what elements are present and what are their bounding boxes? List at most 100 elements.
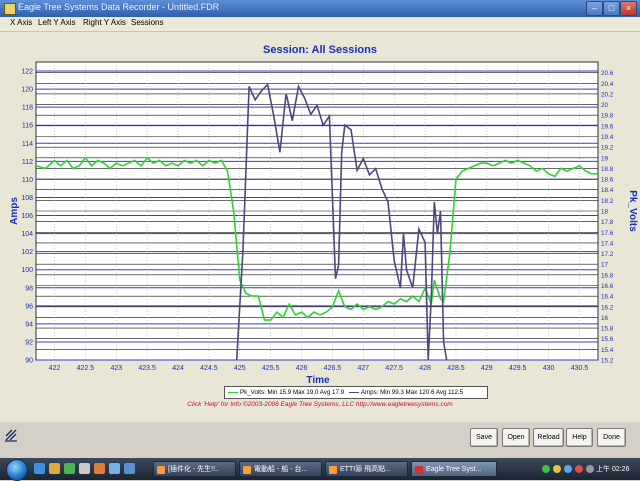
tray-security-icon[interactable] [553,465,561,473]
y-left-axis-label: Amps [9,197,20,225]
y-right-tick-label: 18.6 [601,177,614,184]
y-right-tick-label: 15.4 [601,347,614,354]
y-left-tick-label: 98 [25,285,33,292]
save-button[interactable]: Save [470,428,498,447]
legend-pk-volts: Pk_Volts: Min 15.9 Max 19.0 Avg 17.9 [240,389,345,396]
y-left-tick-label: 104 [21,231,33,238]
chart-svg: 422 422.5 423 423.5 424 424.5 425 425.5 426 426.5… [9,61,638,386]
y-right-tick-label: 19.8 [601,113,614,120]
y-right-tick-label: 17.8 [601,219,614,226]
quicklaunch-desktop-icon[interactable] [79,463,90,474]
x-tick-label: 430 [543,365,555,372]
y-left-tick-label: 94 [25,321,33,328]
quicklaunch-app-icon[interactable] [94,463,105,474]
y-right-tick-label: 19.2 [601,145,614,152]
footer-note: Click 'Help' for Info ©2003-2006 Eagle T… [187,401,453,408]
y-right-tick-label: 17 [601,262,609,269]
x-tick-label: 424 [172,365,184,372]
eagle-tree-icon [415,466,423,474]
x-tick-label: 426.5 [324,365,342,372]
x-tick-label: 427 [357,365,369,372]
y-right-tick-label: 15.8 [601,326,614,333]
x-tick-label: 429 [481,365,493,372]
x-tick-label: 425 [234,365,246,372]
start-button[interactable] [6,459,28,481]
x-tick-label: 422.5 [77,365,95,372]
x-tick-label: 425.5 [262,365,280,372]
y-right-tick-label: 17.4 [601,240,614,247]
y-left-tick-label: 96 [25,303,33,310]
y-left-tick-label: 100 [21,267,33,274]
y-right-tick-label: 16.8 [601,272,614,279]
y-left-tick-label: 122 [21,69,33,76]
y-right-tick-label: 20.2 [601,91,614,98]
y-left-tick-label: 116 [22,123,33,130]
browser-icon [157,466,165,474]
y-right-tick-label: 18.4 [601,187,614,194]
y-right-tick-label: 17.2 [601,251,614,258]
quicklaunch-app3-icon[interactable] [124,463,135,474]
y-right-tick-label: 16.4 [601,294,614,301]
y-right-tick-label: 20 [601,102,609,109]
x-tick-label: 423.5 [138,365,156,372]
done-button[interactable]: Done [597,428,626,447]
y-right-tick-label: 16.6 [601,283,614,290]
y-left-tick-label: 114 [22,141,33,148]
y-right-tick-label: 19.4 [601,134,614,141]
taskbar-item-1[interactable]: [插件化 - 先生!!.. [153,461,236,477]
legend-swatch-amps [348,391,359,393]
y-right-tick-label: 18.8 [601,166,614,173]
taskbar-item-3-label: ETTI源 飛高點... [340,466,391,473]
tray-misc-icon[interactable] [586,465,594,473]
y-right-tick-label: 18 [601,209,609,216]
y-right-tick-label: 15.6 [601,336,614,343]
reload-button[interactable]: Reload [533,428,564,447]
quicklaunch-folder-icon[interactable] [49,463,60,474]
legend-swatch-pk-volts [228,391,238,393]
y-right-tick-label: 16 [601,315,609,322]
x-tick-label: 428.5 [447,365,465,372]
y-right-tick-label: 20.4 [601,81,614,88]
browser-icon [243,466,251,474]
quicklaunch-ie-icon[interactable] [34,463,45,474]
taskbar-item-2[interactable]: 電動船 - 船 - 台... [239,461,322,477]
y-left-tick-label: 90 [25,358,33,365]
y-right-tick-label: 15.2 [601,358,614,365]
y-right-axis-label: Pk_Volts [627,190,638,232]
y-right-tick-label: 18.2 [601,198,614,205]
browser-icon [329,466,337,474]
x-tick-label: 426 [296,365,308,372]
resize-grip-icon[interactable] [4,428,18,442]
y-right-tick-label: 19 [601,155,609,162]
y-left-tick-label: 106 [21,213,33,220]
y-right-tick-label: 16.2 [601,304,614,311]
taskbar-item-3[interactable]: ETTI源 飛高點... [325,461,408,477]
open-button[interactable]: Open [502,428,530,447]
y-left-tick-label: 120 [21,87,33,94]
y-left-tick-label: 112 [22,159,33,166]
tray-app-icon[interactable] [575,465,583,473]
x-axis-label: Time [306,375,330,386]
taskbar-item-2-label: 電動船 - 船 - 台... [254,466,308,473]
x-tick-label: 430.5 [571,365,589,372]
tray-network-icon[interactable] [542,465,550,473]
quicklaunch-app2-icon[interactable] [109,463,120,474]
help-button[interactable]: Help [566,428,593,447]
y-left-tick-label: 108 [21,195,33,202]
x-tick-label: 422 [49,365,61,372]
taskbar-item-1-label: [插件化 - 先生!!.. [168,466,219,473]
quicklaunch-media-icon[interactable] [64,463,75,474]
x-tick-label: 427.5 [385,365,403,372]
y-left-tick-label: 102 [21,249,33,256]
legend-amps: Amps: Min 99.3 Max 120.6 Avg 112.5 [360,389,464,396]
x-tick-label: 429.5 [509,365,527,372]
x-tick-label: 423 [110,365,122,372]
y-right-tick-label: 19.6 [601,123,614,130]
x-tick-label: 428 [419,365,431,372]
taskbar-item-4[interactable]: Eagle Tree Syst... [411,461,497,477]
tray-volume-icon[interactable] [564,465,572,473]
taskbar-clock: 上午 02:26 [596,466,630,473]
y-right-tick-label: 20.6 [601,70,614,77]
taskbar-item-4-label: Eagle Tree Syst... [426,466,482,473]
y-left-tick-label: 110 [22,177,33,184]
